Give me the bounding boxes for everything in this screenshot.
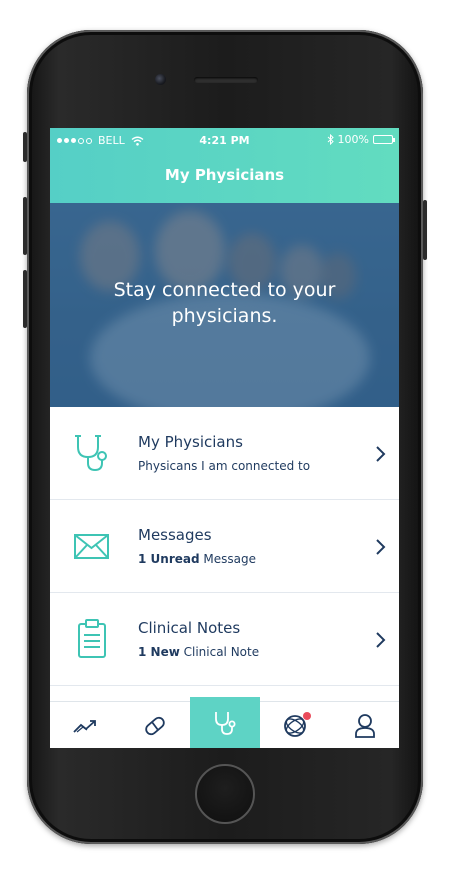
list-item-subtitle: 1 Unread Message [138,552,256,566]
tab-physicians[interactable] [190,697,260,748]
battery-percent: 100% [337,133,369,146]
stethoscope-icon [215,712,236,735]
list-item-my-physicians[interactable]: My Physicians Physicans I am connected t… [50,407,399,500]
subtitle-text: Message [199,552,256,566]
tab-community[interactable] [260,702,330,748]
list-item-subtitle: Physicans I am connected to [138,459,310,473]
tab-trends[interactable] [50,702,120,748]
tab-profile[interactable] [330,702,399,748]
notification-badge [303,712,311,720]
volume-up-button [23,197,27,255]
tab-medications[interactable] [120,702,190,748]
page-title: My Physicians [164,166,285,184]
mute-switch [23,132,27,162]
pill-icon [145,716,165,735]
chevron-right-icon [376,539,386,555]
tab-bar [50,697,399,748]
hero-banner: Stay connected to your physicians. [50,203,399,407]
front-camera [155,74,166,85]
chevron-right-icon [376,632,386,648]
volume-down-button [23,270,27,328]
hero-message: Stay connected to your physicians. [113,279,336,327]
subtitle-highlight: 1 Unread [138,552,200,566]
list-item-title: Clinical Notes [138,619,241,637]
subtitle-highlight: 1 New [138,645,180,659]
battery-status: 100% [327,133,395,146]
battery-icon [373,135,395,144]
home-button[interactable] [195,764,255,824]
list-item-clinical-notes[interactable]: Clinical Notes 1 New Clinical Note [50,593,399,686]
list-item-title: My Physicians [138,433,243,451]
trend-chart-icon [73,719,96,733]
envelope-icon [74,534,109,559]
profile-icon [355,713,375,738]
subtitle-text: Clinical Note [179,645,260,659]
subtitle-text: Physicans I am connected to [138,459,311,473]
clipboard-icon [78,619,106,658]
power-button [423,200,427,260]
stethoscope-icon [75,435,107,472]
list-item-subtitle: 1 New Clinical Note [138,645,259,659]
bluetooth-icon [327,134,334,145]
earpiece-speaker [194,77,258,83]
list-item-messages[interactable]: Messages 1 Unread Message [50,500,399,593]
list-item-title: Messages [138,526,212,544]
app-screen: BELL 4:21 PM 100% My Physicians Stay con… [50,128,399,748]
app-header: BELL 4:21 PM 100% My Physicians [50,128,399,203]
status-bar: BELL 4:21 PM 100% [50,128,399,152]
chevron-right-icon [376,446,386,462]
